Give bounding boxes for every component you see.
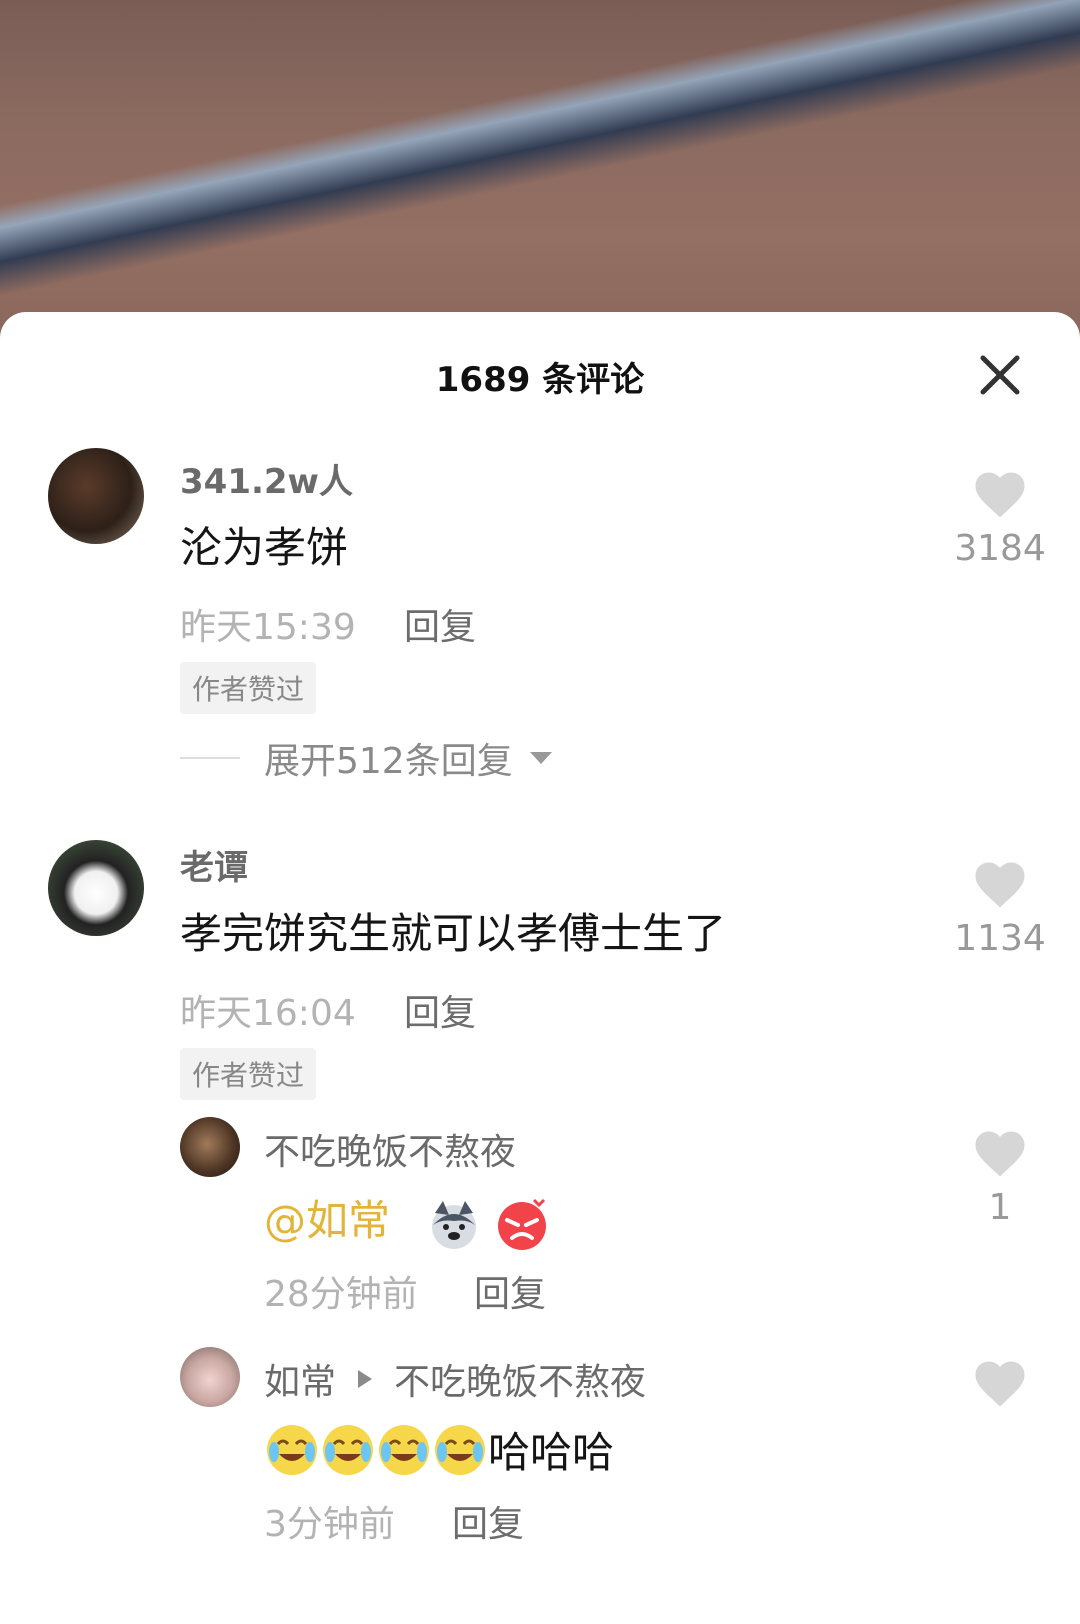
comment-username[interactable]: 老谭 [180,840,248,889]
reply-text: 哈哈哈 [264,1419,614,1480]
comment-item: 341.2w人 沦为孝饼 昨天15:39 回复 作者赞过 3184 [0,442,1080,742]
like-button[interactable] [950,1357,1050,1413]
reply-to-username[interactable]: 不吃晚饭不熬夜 [394,1353,646,1405]
comment-time: 昨天15:39 [180,607,356,648]
heart-icon [975,1361,1025,1407]
reply-time: 28分钟前 [264,1274,418,1315]
reply-text: @如常 [264,1187,550,1252]
comment-item: 老谭 孝完饼究生就可以孝傅士生了 昨天16:04 回复 作者赞过 1134 [0,832,1080,1112]
avatar[interactable] [180,1117,240,1177]
avatar[interactable] [48,448,144,544]
reply-item: 如常 不吃晚饭不熬夜 哈哈哈 3分钟前 回复 [0,1347,1080,1567]
expand-replies-label: 展开512条回复 [264,741,513,782]
laugh-cry-emoji-icon [323,1424,373,1475]
reply-time: 3分钟前 [264,1504,395,1545]
reply-header: 如常 不吃晚饭不熬夜 [264,1353,646,1405]
author-liked-badge: 作者赞过 [180,1048,317,1100]
video-background [0,0,1080,340]
like-button[interactable]: 1134 [950,858,1050,959]
comment-text: 沦为孝饼 [180,523,349,572]
avatar[interactable] [48,840,144,936]
close-icon [980,355,1020,395]
mention-link[interactable]: @如常 [264,1196,390,1245]
reply-username[interactable]: 不吃晚饭不熬夜 [264,1123,516,1175]
heart-icon [975,862,1025,908]
reply-username[interactable]: 如常 [264,1353,336,1405]
expand-replies-button[interactable]: 展开512条回复 [180,732,555,784]
laugh-cry-emoji-icon [267,1424,317,1475]
comment-username[interactable]: 341.2w人 [180,454,353,503]
comments-count-title: 1689 条评论 [435,360,645,400]
reply-button[interactable]: 回复 [452,1495,524,1547]
laugh-cry-emoji-icon [435,1424,485,1475]
heart-icon [975,1131,1025,1177]
reply-button[interactable]: 回复 [404,984,476,1036]
like-button[interactable]: 1 [950,1127,1050,1228]
reply-item: 不吃晚饭不熬夜 @如常 28分钟前 回复 1 [0,1117,1080,1327]
reply-button[interactable]: 回复 [474,1265,546,1317]
angry-emoji-icon [498,1198,547,1250]
reply-text-content: 哈哈哈 [488,1428,615,1477]
triangle-down-icon [529,752,552,764]
avatar[interactable] [180,1347,240,1407]
like-count: 1134 [954,918,1046,959]
reply-button[interactable]: 回复 [404,598,476,650]
author-liked-badge: 作者赞过 [180,662,317,714]
comment-time: 昨天16:04 [180,993,356,1034]
comments-sheet: 1689 条评论 341.2w人 沦为孝饼 昨天15:39 回复 作者赞过 31… [0,312,1080,1624]
like-count: 1 [988,1187,1012,1228]
divider-line [180,757,240,759]
reply-arrow-icon [358,1370,373,1388]
like-count: 3184 [954,528,1046,569]
close-button[interactable] [975,350,1025,400]
comment-text: 孝完饼究生就可以孝傅士生了 [180,909,727,958]
heart-icon [975,472,1025,518]
husky-emoji-icon [431,1200,476,1249]
like-button[interactable]: 3184 [950,468,1050,569]
laugh-cry-emoji-icon [379,1424,429,1475]
